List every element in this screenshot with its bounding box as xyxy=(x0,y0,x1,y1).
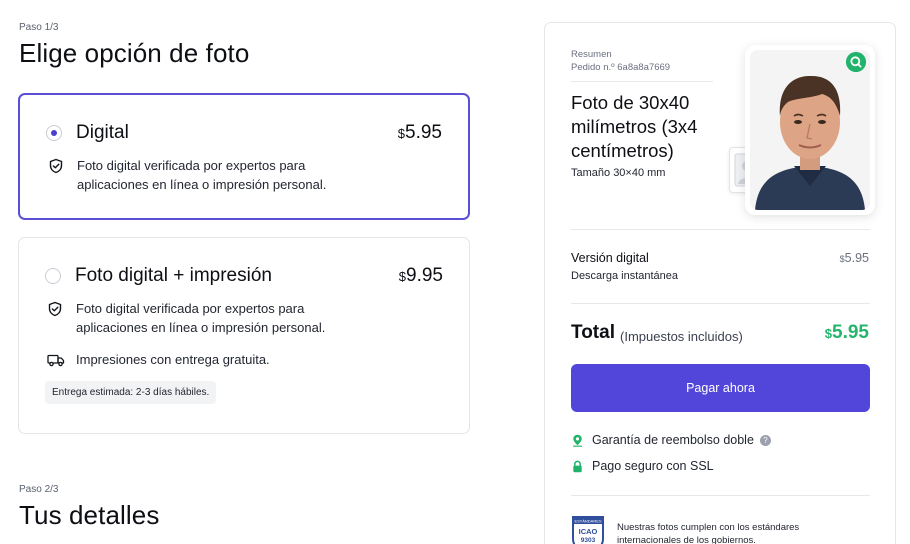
total-tax-note: (Impuestos incluidos) xyxy=(620,329,743,344)
svg-text:9303: 9303 xyxy=(581,537,596,544)
divider xyxy=(571,229,870,230)
truck-icon xyxy=(47,354,65,367)
total-price: $5.95 xyxy=(824,322,869,343)
svg-text:ESTÁNDARES: ESTÁNDARES xyxy=(574,518,601,523)
svg-text:ICAO: ICAO xyxy=(579,527,598,536)
radio-digital[interactable] xyxy=(46,125,62,141)
secure-payment-row: Pago seguro con SSL xyxy=(571,459,714,473)
icao-compliance-text: Nuestras fotos cumplen con los estándare… xyxy=(617,522,800,544)
option-title-digital: Digital xyxy=(76,122,129,143)
option-feature-text: Impresiones con entrega gratuita. xyxy=(76,352,270,367)
refund-guarantee-text: Garantía de reembolso doble xyxy=(592,433,754,447)
option-feature-text: Foto digital verificada por expertos par… xyxy=(76,301,326,335)
option-price-digital: $5.95 xyxy=(397,122,442,143)
help-icon[interactable]: ? xyxy=(759,434,771,446)
line-item-name: Versión digital xyxy=(571,251,649,265)
pay-now-button[interactable]: Pagar ahora xyxy=(571,364,870,412)
location-pin-icon xyxy=(573,434,582,447)
option-card-digital[interactable]: Digital $5.95 Foto digital verificada po… xyxy=(18,93,470,220)
option-price-digital-print: $9.95 xyxy=(398,265,443,286)
shield-check-icon xyxy=(48,301,62,317)
divider xyxy=(571,81,713,82)
verified-search-icon xyxy=(846,52,866,72)
product-title: Foto de 30x40 milímetros (3x4 centímetro… xyxy=(571,92,698,161)
step-2-label: Paso 2/3 xyxy=(19,484,59,495)
divider xyxy=(571,303,870,304)
lock-icon xyxy=(573,460,582,472)
order-number: Pedido n.º 6a8a8a7669 xyxy=(571,62,671,73)
shield-check-icon xyxy=(49,158,63,174)
delivery-estimate-badge: Entrega estimada: 2-3 días hábiles. xyxy=(45,381,217,404)
secure-payment-text: Pago seguro con SSL xyxy=(592,459,714,473)
option-card-digital-print[interactable]: Foto digital + impresión $9.95 Foto digi… xyxy=(18,237,470,434)
passport-photo xyxy=(750,50,870,210)
product-size: Tamaño 30×40 mm xyxy=(571,167,666,179)
icao-standard-badge-icon: ESTÁNDARES ICAO 9303 xyxy=(572,516,604,544)
line-item-description: Descarga instantánea xyxy=(571,270,679,282)
total-label: Total xyxy=(571,322,615,343)
step-2-title: Tus detalles xyxy=(19,500,160,530)
option-title-digital-print: Foto digital + impresión xyxy=(75,265,272,286)
divider xyxy=(571,495,870,496)
step-1-label: Paso 1/3 xyxy=(19,22,59,33)
line-item-price: $5.95 xyxy=(839,251,869,265)
refund-guarantee-row: Garantía de reembolso doble ? xyxy=(571,433,771,447)
radio-digital-print[interactable] xyxy=(45,268,61,284)
summary-heading: Resumen xyxy=(571,49,612,60)
option-feature-text: Foto digital verificada por expertos par… xyxy=(77,158,327,192)
order-summary-panel: Resumen Pedido n.º 6a8a8a7669 Foto de 30… xyxy=(544,22,896,544)
step-1-title: Elige opción de foto xyxy=(19,38,250,68)
